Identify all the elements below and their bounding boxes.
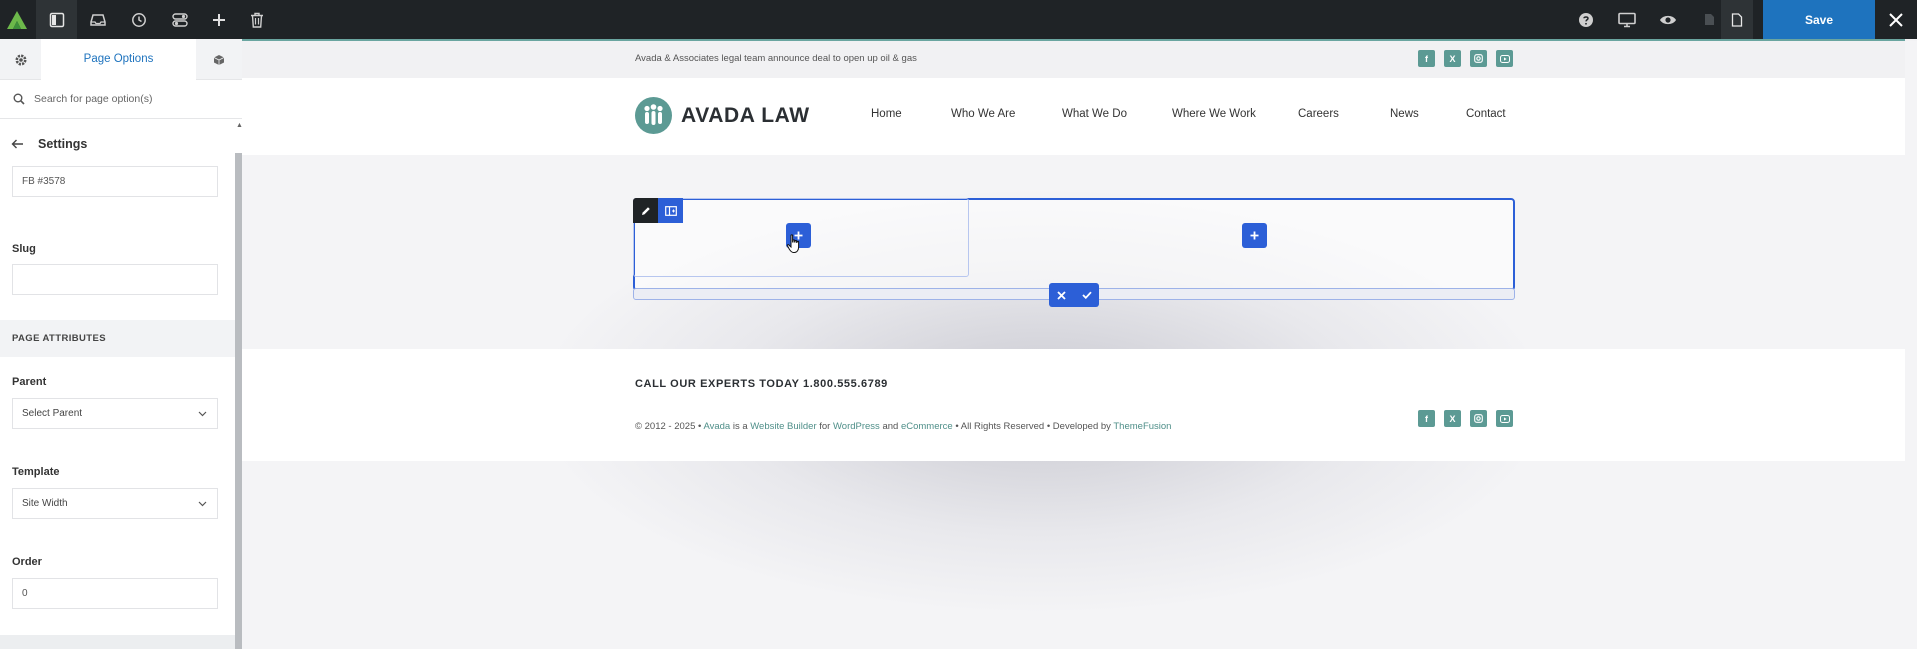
site-header: AVADA LAW Home Who We Are What We Do Whe…: [242, 78, 1905, 155]
template-select-value: Site Width: [22, 498, 68, 509]
add-element-icon[interactable]: [198, 0, 239, 39]
avada-law-logo-icon: [635, 97, 672, 134]
order-input[interactable]: [22, 588, 207, 599]
sidebar-footer: [0, 635, 235, 649]
back-arrow-icon[interactable]: [11, 139, 24, 149]
close-builder-icon[interactable]: [1875, 0, 1917, 39]
wordpress-link[interactable]: WordPress: [833, 421, 880, 432]
section-title: Settings: [38, 137, 88, 151]
brand-name: AVADA LAW: [681, 103, 810, 127]
site-logo[interactable]: AVADA LAW: [635, 97, 810, 134]
copyright-text: © 2012 - 2025 • Avada is a Website Build…: [635, 421, 1171, 432]
template-label: Template: [12, 466, 60, 478]
builder-toolbar: [0, 0, 1917, 39]
page-attributes-heading: PAGE ATTRIBUTES: [0, 320, 235, 357]
nav-item-contact[interactable]: Contact: [1466, 108, 1506, 120]
slug-input[interactable]: [22, 274, 207, 285]
avada-link[interactable]: Avada: [703, 421, 730, 432]
desktop-preview-icon[interactable]: [1606, 0, 1647, 39]
settings-header: Settings: [11, 137, 87, 151]
parent-select-value: Select Parent: [22, 408, 83, 419]
ecommerce-link[interactable]: eCommerce: [901, 421, 953, 432]
container-toolbar: [1049, 283, 1099, 307]
page-options-sidebar: Page Options ▲ Settings Slug PAGE ATTRIB…: [0, 39, 243, 649]
trash-icon[interactable]: [236, 0, 277, 39]
close-icon[interactable]: [1049, 283, 1074, 307]
copyright-for: for: [816, 421, 833, 432]
add-element-button-2[interactable]: [1242, 223, 1267, 248]
sidebar-toggle-icon[interactable]: [36, 0, 77, 39]
copyright-and: and: [879, 421, 901, 432]
youtube-icon[interactable]: [1496, 410, 1513, 427]
title-field[interactable]: [12, 166, 218, 197]
website-builder-link[interactable]: Website Builder: [750, 421, 816, 432]
preview-scrollbar[interactable]: [1905, 41, 1917, 649]
site-footer: CALL OUR EXPERTS TODAY 1.800.555.6789 © …: [242, 349, 1905, 461]
order-label: Order: [12, 556, 42, 568]
toggles-icon[interactable]: [159, 0, 200, 39]
gear-icon[interactable]: [0, 39, 41, 80]
search-icon: [13, 93, 25, 105]
youtube-icon[interactable]: [1496, 50, 1513, 67]
x-icon[interactable]: X: [1444, 50, 1461, 67]
instagram-icon[interactable]: [1470, 410, 1487, 427]
footer-social-icons: f X: [1418, 410, 1513, 427]
order-field[interactable]: [12, 578, 218, 609]
cube-icon[interactable]: [196, 39, 242, 80]
title-input[interactable]: [22, 176, 207, 187]
instagram-icon[interactable]: [1470, 50, 1487, 67]
publish-page-icon[interactable]: [1721, 0, 1753, 39]
header-social-icons: f X: [1418, 50, 1513, 67]
history-icon[interactable]: [118, 0, 159, 39]
nav-item-what-we-do[interactable]: What We Do: [1062, 108, 1127, 120]
check-icon[interactable]: [1074, 283, 1099, 307]
sidebar-scrollbar[interactable]: [235, 153, 242, 649]
chevron-down-icon: [198, 501, 207, 507]
nav-item-where-we-work[interactable]: Where We Work: [1172, 108, 1256, 120]
slug-field[interactable]: [12, 264, 218, 295]
facebook-icon[interactable]: f: [1418, 410, 1435, 427]
footer-cta: CALL OUR EXPERTS TODAY 1.800.555.6789: [635, 378, 888, 390]
copyright-is-a: is a: [730, 421, 751, 432]
nav-item-news[interactable]: News: [1390, 108, 1419, 120]
chevron-down-icon: [198, 411, 207, 417]
edit-column-icon[interactable]: [633, 198, 658, 223]
hand-cursor-icon: [786, 234, 802, 254]
tab-page-options[interactable]: Page Options: [41, 39, 196, 80]
parent-label: Parent: [12, 376, 47, 388]
template-select[interactable]: Site Width: [12, 488, 218, 519]
help-icon[interactable]: [1565, 0, 1606, 39]
nav-item-who-we-are[interactable]: Who We Are: [951, 108, 1015, 120]
parent-select[interactable]: Select Parent: [12, 398, 218, 429]
copyright-prefix: © 2012 - 2025 •: [635, 421, 704, 432]
search-input[interactable]: [34, 93, 224, 105]
page-options-search: [0, 80, 242, 119]
x-icon[interactable]: X: [1444, 410, 1461, 427]
facebook-icon[interactable]: f: [1418, 50, 1435, 67]
column-layout-icon[interactable]: [658, 198, 683, 223]
announcement-text: Avada & Associates legal team announce d…: [635, 53, 917, 64]
preview-eye-icon[interactable]: [1647, 0, 1688, 39]
sidebar-tabs: Page Options: [0, 39, 242, 80]
draft-icon[interactable]: [1697, 0, 1721, 39]
avada-logo-icon[interactable]: [0, 0, 34, 39]
save-button[interactable]: Save: [1763, 0, 1875, 39]
copyright-rights: • All Rights Reserved • Developed by: [952, 421, 1114, 432]
slug-label: Slug: [12, 243, 36, 255]
nav-item-home[interactable]: Home: [871, 108, 902, 120]
nav-item-careers[interactable]: Careers: [1298, 108, 1339, 120]
page-preview: Avada & Associates legal team announce d…: [242, 41, 1905, 649]
top-bar: Avada & Associates legal team announce d…: [242, 41, 1905, 78]
library-icon[interactable]: [77, 0, 118, 39]
column-toolbar: [633, 198, 683, 223]
themefusion-link[interactable]: ThemeFusion: [1113, 421, 1171, 432]
